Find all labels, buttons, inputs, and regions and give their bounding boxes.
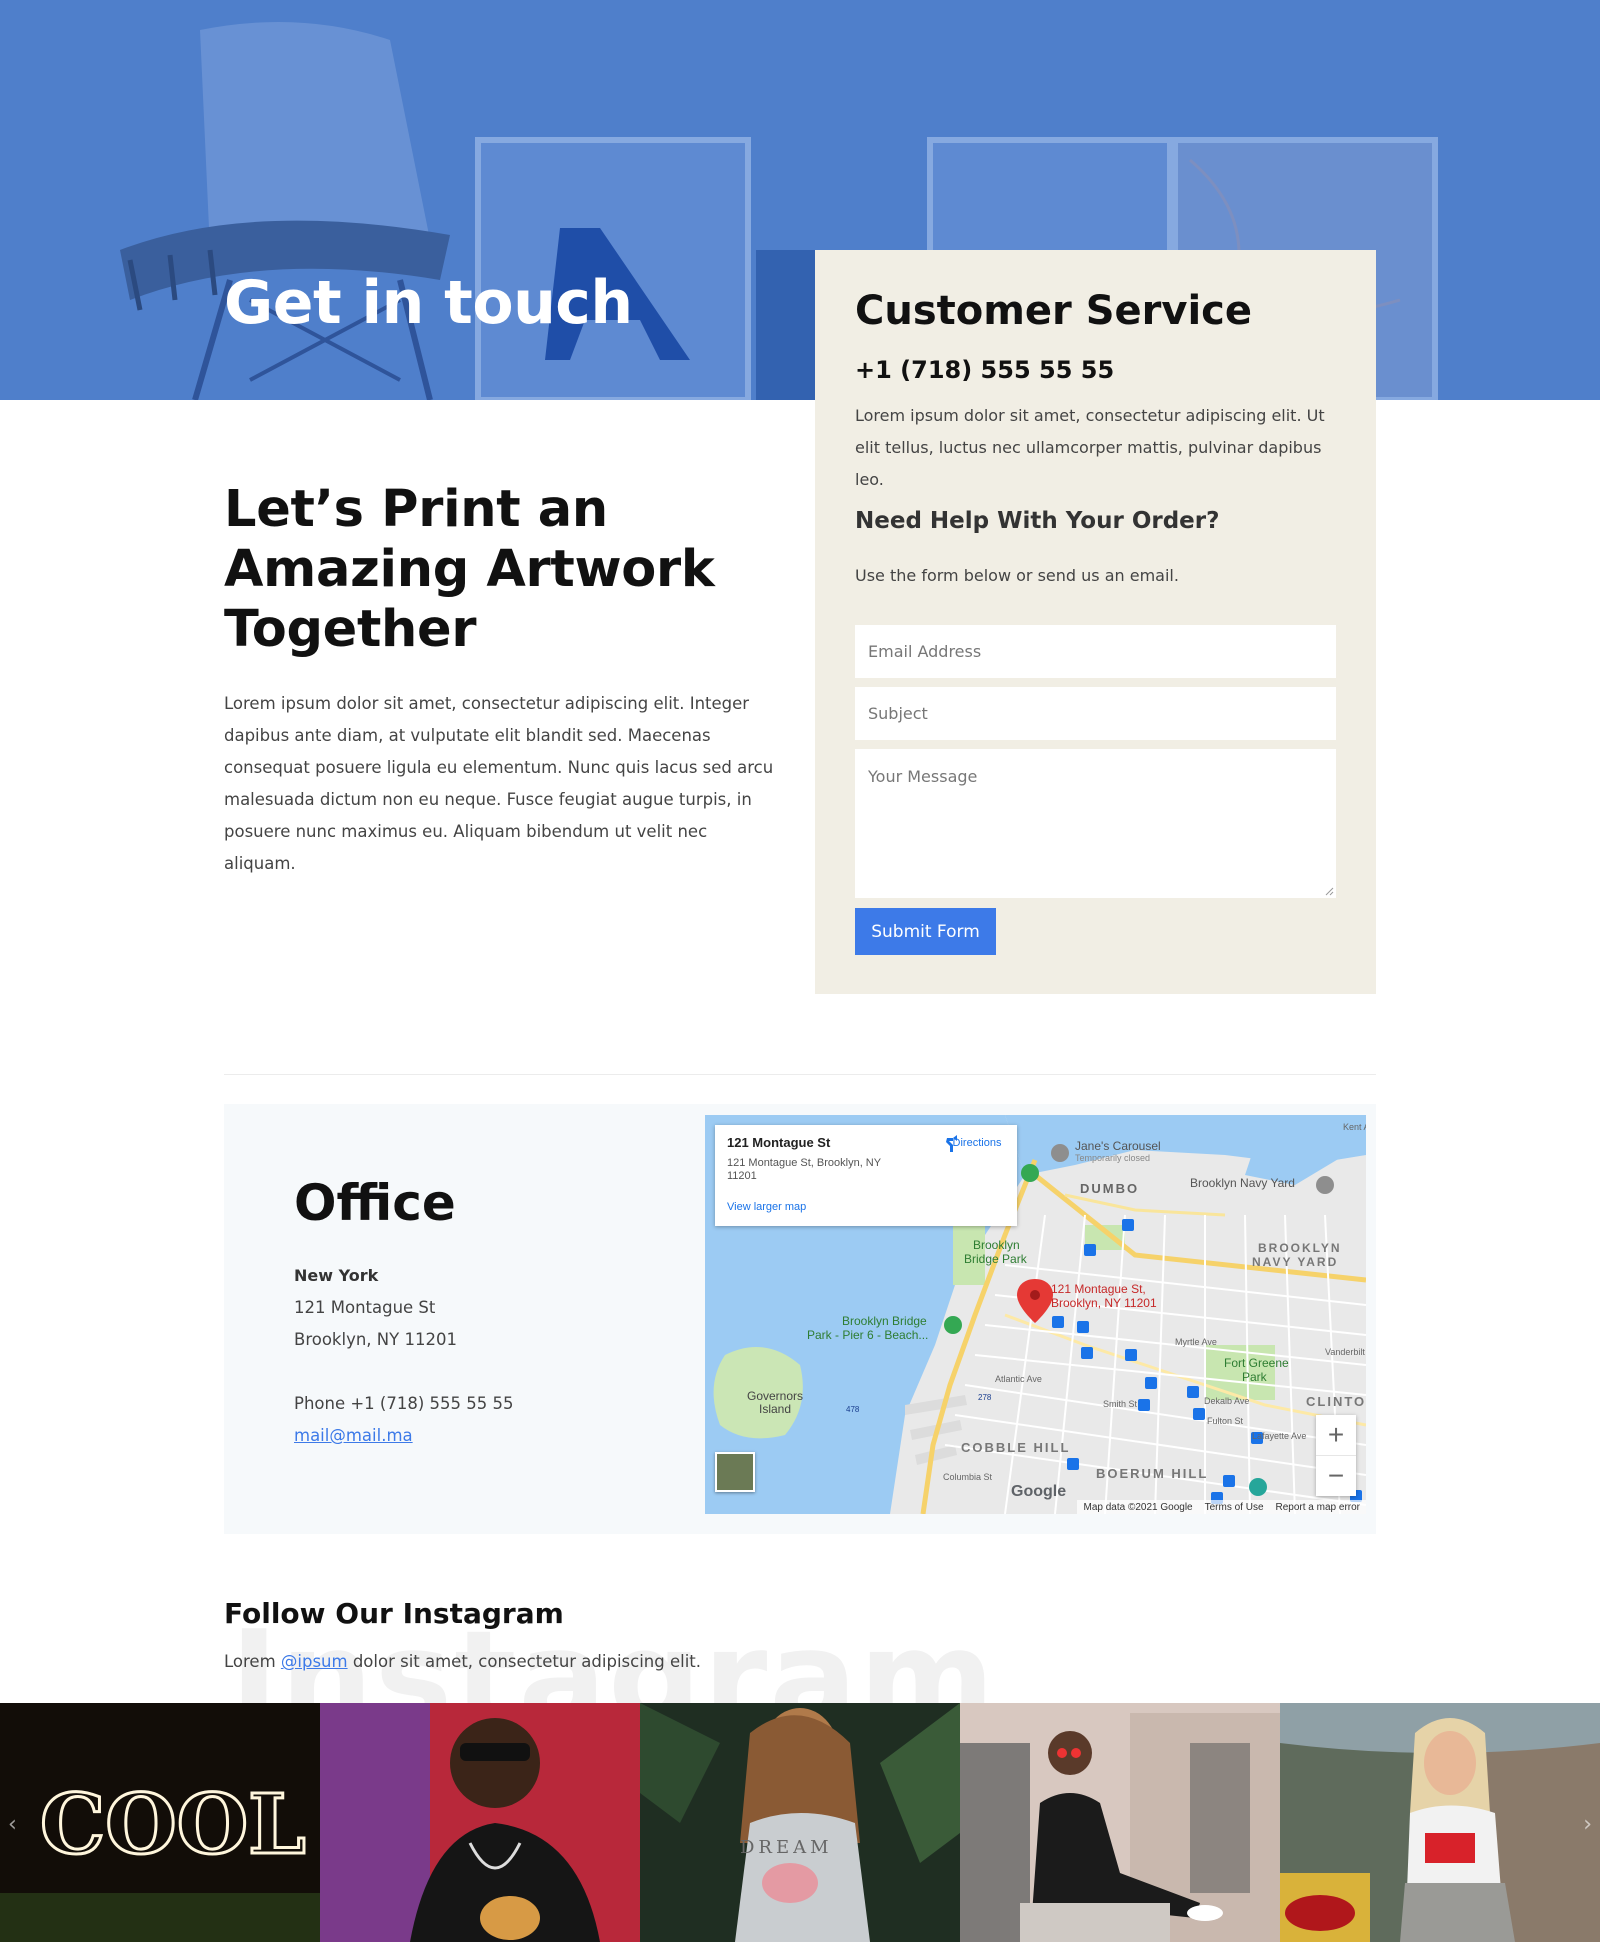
submit-button[interactable]: Submit Form <box>855 908 996 955</box>
instagram-image <box>1280 1703 1600 1942</box>
svg-text:Dekalb Ave: Dekalb Ave <box>1204 1396 1249 1406</box>
map-report-link[interactable]: Report a map error <box>1276 1502 1360 1513</box>
instagram-image: COOL <box>0 1703 320 1942</box>
google-logo: Google <box>1011 1483 1067 1500</box>
instagram-handle-link[interactable]: @ipsum <box>281 1652 348 1671</box>
instagram-post[interactable] <box>320 1703 640 1942</box>
svg-text:Myrtle Ave: Myrtle Ave <box>1175 1337 1217 1347</box>
zoom-controls: + − <box>1316 1415 1356 1496</box>
intro-heading: Let’s Print an Amazing Artwork Together <box>224 480 784 660</box>
park-marker-icon <box>1021 1164 1039 1182</box>
svg-text:Kent Ave: Kent Ave <box>1343 1122 1366 1132</box>
directions-icon <box>946 1135 957 1152</box>
svg-text:Governors: Governors <box>747 1389 803 1403</box>
office-city-line: Brooklyn, NY 11201 <box>294 1330 457 1349</box>
instagram-post[interactable]: DREAM <box>640 1703 960 1942</box>
svg-text:278: 278 <box>978 1393 992 1402</box>
customer-service-card: Customer Service +1 (718) 555 55 55 Lore… <box>815 250 1376 994</box>
map-info-address: 121 Montague St, Brooklyn, NY 11201 <box>727 1157 881 1182</box>
office-street: 121 Montague St <box>294 1298 436 1317</box>
help-heading: Need Help With Your Order? <box>855 508 1220 534</box>
help-text: Use the form below or send us an email. <box>855 566 1179 585</box>
svg-text:Park - Pier 6 - Beach...: Park - Pier 6 - Beach... <box>807 1328 928 1342</box>
google-map[interactable]: Jane's Carousel Temporarily closed DUMBO… <box>705 1115 1366 1514</box>
svg-text:Vanderbilt Ave: Vanderbilt Ave <box>1325 1347 1366 1357</box>
instagram-post[interactable] <box>960 1703 1280 1942</box>
intro-text: Lorem ipsum dolor sit amet, consectetur … <box>224 694 774 873</box>
svg-text:BOERUM HILL: BOERUM HILL <box>1096 1466 1208 1481</box>
email-field[interactable]: Email Address <box>855 625 1336 678</box>
office-email-link[interactable]: mail@mail.ma <box>294 1426 413 1445</box>
attraction-marker-icon <box>1316 1176 1334 1194</box>
svg-text:478: 478 <box>846 1405 860 1414</box>
office-city: New York <box>294 1266 379 1285</box>
directions-button[interactable]: Directions <box>943 1135 1011 1152</box>
svg-text:Temporarily closed: Temporarily closed <box>1075 1153 1150 1163</box>
svg-text:Lafayette Ave: Lafayette Ave <box>1252 1431 1306 1441</box>
svg-text:NAVY YARD: NAVY YARD <box>1252 1255 1338 1269</box>
message-field[interactable]: Your Message <box>855 749 1336 898</box>
chevron-right-icon[interactable]: › <box>1583 1812 1592 1837</box>
map-data-credit: Map data ©2021 Google <box>1083 1501 1193 1513</box>
instagram-feed: COOL DREAM <box>0 1703 1600 1942</box>
park-marker-icon <box>944 1316 962 1334</box>
map-info-title: 121 Montague St <box>727 1135 831 1150</box>
intro-heading-line: Amazing Artwork <box>224 540 715 599</box>
satellite-toggle[interactable] <box>715 1452 755 1492</box>
map-footer: Map data ©2021 Google Terms of Use Repor… <box>1077 1500 1366 1514</box>
office-phone: Phone +1 (718) 555 55 55 <box>294 1394 514 1413</box>
resize-grip-icon[interactable] <box>1325 887 1334 896</box>
instagram-image <box>960 1703 1280 1942</box>
chevron-left-icon[interactable]: ‹ <box>8 1812 17 1837</box>
svg-text:121 Montague St,: 121 Montague St, <box>1051 1282 1146 1296</box>
intro-heading-line: Together <box>224 600 477 659</box>
office-section: Office New York 121 Montague St Brooklyn… <box>224 1104 1376 1534</box>
svg-text:Brooklyn: Brooklyn <box>973 1238 1020 1252</box>
svg-text:Brooklyn, NY 11201: Brooklyn, NY 11201 <box>1051 1296 1157 1310</box>
instagram-text-before: Lorem <box>224 1652 281 1671</box>
svg-text:Brooklyn Bridge: Brooklyn Bridge <box>842 1314 927 1328</box>
zoom-out-button[interactable]: − <box>1316 1455 1356 1495</box>
svg-text:DUMBO: DUMBO <box>1080 1181 1139 1196</box>
svg-text:Bridge Park: Bridge Park <box>964 1252 1028 1266</box>
svg-text:Brooklyn Navy Yard: Brooklyn Navy Yard <box>1190 1176 1295 1190</box>
svg-text:BROOKLYN: BROOKLYN <box>1258 1241 1342 1255</box>
svg-text:Fort Greene: Fort Greene <box>1224 1356 1289 1370</box>
customer-service-description: Lorem ipsum dolor sit amet, consectetur … <box>855 406 1325 489</box>
instagram-image <box>320 1703 640 1942</box>
map-terms-link[interactable]: Terms of Use <box>1205 1502 1264 1513</box>
customer-service-phone: +1 (718) 555 55 55 <box>855 356 1115 384</box>
section-divider <box>224 1074 1376 1075</box>
subject-field[interactable]: Subject <box>855 687 1336 740</box>
customer-service-title: Customer Service <box>855 288 1252 334</box>
attraction-marker-icon <box>1051 1144 1069 1162</box>
svg-text:Columbia St: Columbia St <box>943 1472 993 1482</box>
instagram-image: DREAM <box>640 1703 960 1942</box>
view-larger-map-link[interactable]: View larger map <box>727 1201 806 1213</box>
svg-text:Island: Island <box>759 1402 791 1416</box>
svg-text:Jane's Carousel: Jane's Carousel <box>1075 1139 1161 1153</box>
attraction-marker-icon <box>1249 1478 1267 1496</box>
svg-text:Smith St: Smith St <box>1103 1399 1138 1409</box>
svg-text:DREAM: DREAM <box>740 1837 833 1858</box>
instagram-post[interactable] <box>1280 1703 1600 1942</box>
instagram-text: Lorem @ipsum dolor sit amet, consectetur… <box>224 1652 701 1671</box>
svg-text:COBBLE HILL: COBBLE HILL <box>961 1440 1070 1455</box>
svg-text:Fulton St: Fulton St <box>1207 1416 1244 1426</box>
svg-text:Park: Park <box>1242 1370 1268 1384</box>
svg-text:COOL: COOL <box>40 1777 306 1873</box>
svg-text:CLINTO: CLINTO <box>1306 1394 1366 1409</box>
zoom-in-button[interactable]: + <box>1316 1415 1356 1455</box>
message-placeholder: Your Message <box>868 767 978 786</box>
instagram-post[interactable]: COOL <box>0 1703 320 1942</box>
hero-title: Get in touch <box>224 268 633 338</box>
intro-heading-line: Let’s Print an <box>224 480 608 539</box>
map-info-card: 121 Montague St 121 Montague St, Brookly… <box>715 1125 1017 1226</box>
instagram-title: Follow Our Instagram <box>224 1597 564 1630</box>
office-title: Office <box>294 1174 456 1232</box>
instagram-text-after: dolor sit amet, consectetur adipiscing e… <box>347 1652 701 1671</box>
svg-text:Atlantic Ave: Atlantic Ave <box>995 1374 1042 1384</box>
